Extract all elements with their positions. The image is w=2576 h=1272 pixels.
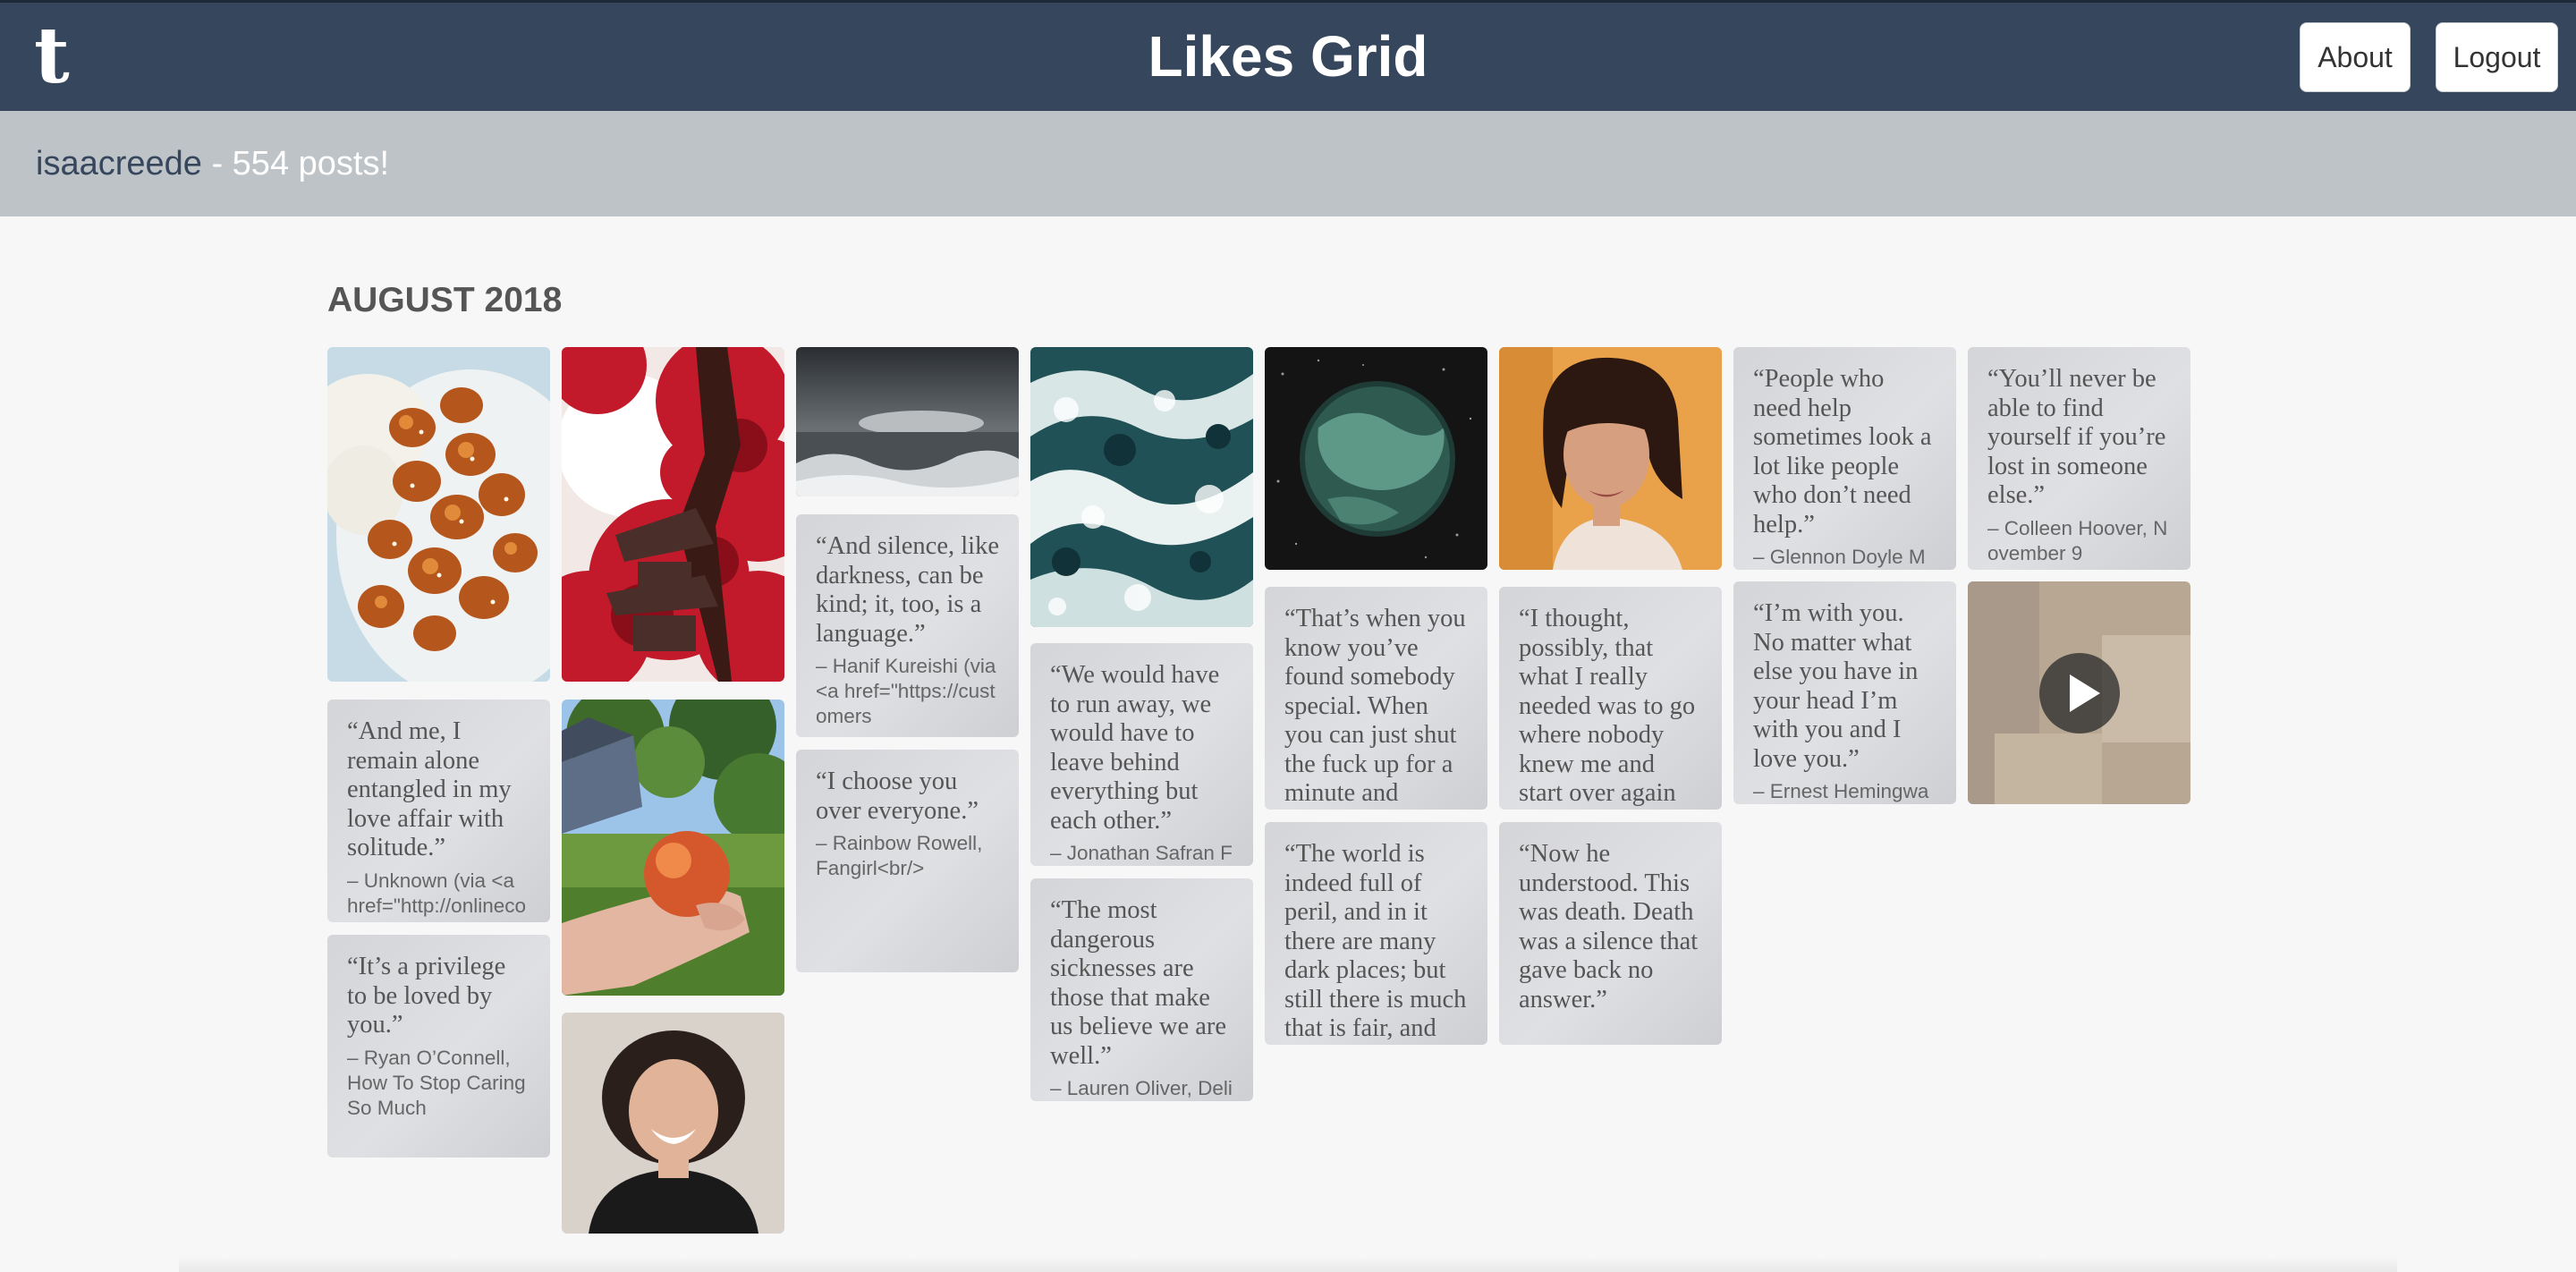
quote-source: – Colleen Hoover, November 9 xyxy=(1987,516,2168,564)
apple-image xyxy=(562,700,784,996)
woman-portrait-image xyxy=(1499,347,1722,570)
quote-card[interactable]: “I’m with you. No matter what else you h… xyxy=(1733,581,1956,804)
month-heading: AUGUST 2018 xyxy=(327,281,563,319)
tumblr-logo-icon[interactable]: t xyxy=(34,18,77,95)
about-button[interactable]: About xyxy=(2300,22,2411,92)
quote-source: – Hanif Kureishi (via <a href="https://c… xyxy=(816,655,996,727)
quote-source: – Ryan O’Connell, How To Stop Caring So … xyxy=(347,1046,526,1119)
quote-card[interactable]: “You’ll never be able to find yourself i… xyxy=(1968,347,2190,570)
planet-photo[interactable] xyxy=(1265,347,1487,570)
planet-image xyxy=(1265,347,1487,570)
user-summary: isaacreede - 554 posts! xyxy=(36,143,389,184)
quote-source: – Unknown (via <a href="http://onlinecou… xyxy=(347,869,526,923)
quote-text: “And me, I remain alone entangled in my … xyxy=(347,717,512,861)
woman-portrait-photo[interactable] xyxy=(1499,347,1722,570)
stormy-sea-photo[interactable] xyxy=(796,347,1019,496)
quote-text: “We would have to run away, we would hav… xyxy=(1050,661,1220,835)
username[interactable]: isaacreede xyxy=(36,145,202,182)
quote-source: – Ernest Hemingway, The Garden of Eden xyxy=(1753,780,1929,802)
apple-photo[interactable] xyxy=(562,700,784,996)
quote-card[interactable]: “That’s when you know you’ve found someb… xyxy=(1265,587,1487,810)
quote-source: – Jonathan Safran Foer, Everything Is xyxy=(1050,842,1233,864)
stormy-sea-image xyxy=(796,347,1019,496)
video-post[interactable] xyxy=(1968,581,2190,804)
food-image xyxy=(327,347,550,682)
red-tree-image xyxy=(562,347,784,682)
quote-card[interactable]: “And silence, like darkness, can be kind… xyxy=(796,514,1019,737)
quote-card[interactable]: “I choose you over everyone.” – Rainbow … xyxy=(796,750,1019,972)
page-title: Likes Grid xyxy=(1148,24,1428,89)
user-info-bar: isaacreede - 554 posts! xyxy=(0,111,2576,216)
quote-text: “I’m with you. No matter what else you h… xyxy=(1753,599,1919,773)
play-icon[interactable] xyxy=(2039,653,2120,734)
post-count: - 554 posts! xyxy=(201,145,390,182)
quote-card[interactable]: “The world is indeed full of peril, and … xyxy=(1265,822,1487,1045)
quote-card[interactable]: “It’s a privilege to be loved by you.” –… xyxy=(327,935,550,1158)
quote-text: “You’ll never be able to find yourself i… xyxy=(1987,365,2166,509)
quote-card[interactable]: “I thought, possibly, that what I really… xyxy=(1499,587,1722,810)
quote-text: “The world is indeed full of peril, and … xyxy=(1284,840,1467,1045)
ocean-waves-photo[interactable] xyxy=(1030,347,1253,627)
quote-card[interactable]: “We would have to run away, we would hav… xyxy=(1030,643,1253,866)
quote-card[interactable]: “The most dangerous sicknesses are those… xyxy=(1030,878,1253,1101)
ocean-waves-image xyxy=(1030,347,1253,627)
quote-text: “And silence, like darkness, can be kind… xyxy=(816,532,999,648)
quote-card[interactable]: “And me, I remain alone entangled in my … xyxy=(327,700,550,922)
quote-text: “It’s a privilege to be loved by you.” xyxy=(347,953,506,1039)
quote-text: “That’s when you know you’ve found someb… xyxy=(1284,605,1466,810)
top-navbar: t Likes Grid About Logout xyxy=(0,0,2576,111)
quote-source: – Lauren Oliver, Delirium xyxy=(1050,1077,1233,1099)
quote-source: – Rainbow Rowell, Fangirl<br/> xyxy=(816,832,983,879)
quote-card[interactable]: “Now he understood. This was death. Deat… xyxy=(1499,822,1722,1045)
quote-text: “People who need help sometimes look a l… xyxy=(1753,365,1932,538)
quote-text: “Now he understood. This was death. Deat… xyxy=(1519,840,1699,1013)
food-photo[interactable] xyxy=(327,347,550,682)
smiling-woman-image xyxy=(562,1013,784,1234)
red-tree-photo[interactable] xyxy=(562,347,784,682)
quote-text: “The most dangerous sicknesses are those… xyxy=(1050,896,1227,1070)
bottom-shadow xyxy=(179,1257,2397,1272)
quote-card[interactable]: “People who need help sometimes look a l… xyxy=(1733,347,1956,570)
quote-text: “I thought, possibly, that what I really… xyxy=(1519,605,1696,810)
logout-button[interactable]: Logout xyxy=(2436,22,2558,92)
quote-text: “I choose you over everyone.” xyxy=(816,767,979,825)
smiling-woman-photo[interactable] xyxy=(562,1013,784,1234)
quote-source: – Glennon Doyle Melton, Carry On xyxy=(1753,546,1926,568)
